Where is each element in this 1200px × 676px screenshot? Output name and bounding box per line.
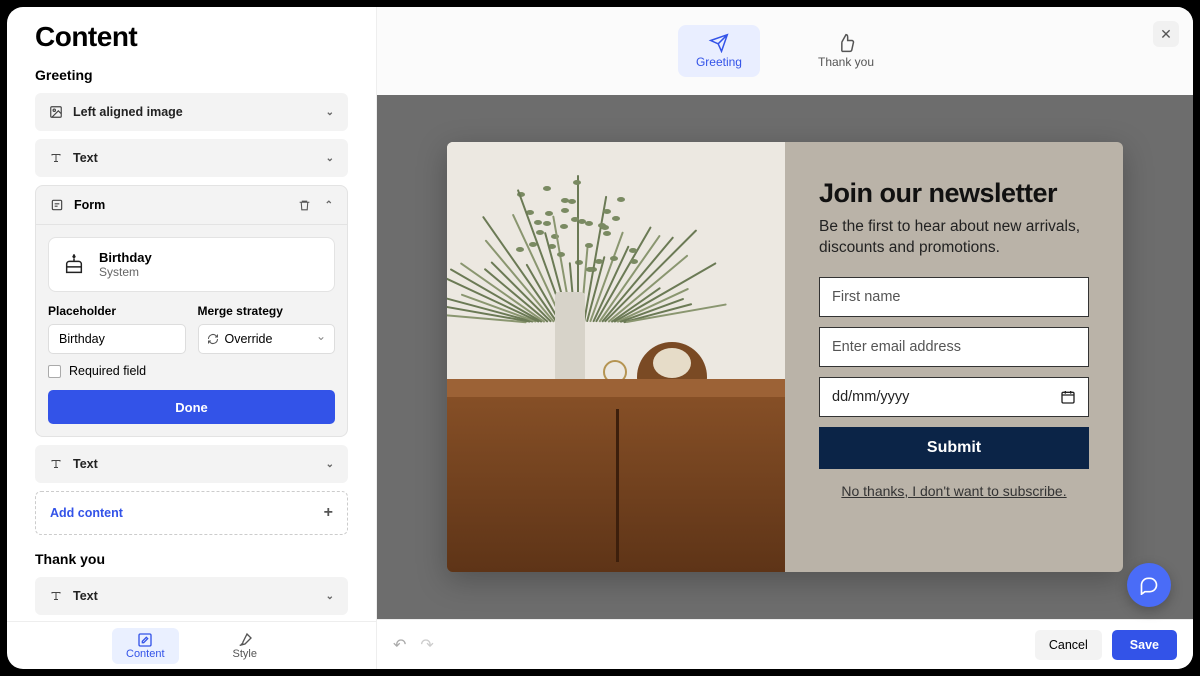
done-button[interactable]: Done [48,390,335,424]
popup-image [447,142,785,572]
sidebar-tabs: Content Style [7,621,376,669]
tab-content[interactable]: Content [112,628,179,664]
refresh-icon [207,333,219,345]
text-icon [49,151,63,165]
block-label: Text [73,457,98,471]
chevron-down-icon: ⌄ [326,591,334,602]
add-content-button[interactable]: Add content + [35,491,348,535]
popup-heading: Join our newsletter [819,178,1089,209]
required-label: Required field [69,364,146,378]
required-checkbox[interactable] [48,365,61,378]
field-card-birthday[interactable]: Birthday System [48,237,335,292]
sidebar-title: Content [35,21,348,53]
text-icon [49,457,63,471]
popup-sub: Be the first to hear about new arrivals,… [819,217,1089,259]
input-first-name[interactable]: First name [819,277,1089,317]
chevron-up-icon: ⌃ [325,200,333,211]
preview-canvas: Join our newsletter Be the first to hear… [377,95,1193,619]
merge-label: Merge strategy [198,304,336,318]
paper-plane-icon [708,33,730,53]
help-fab[interactable] [1127,563,1171,607]
input-email[interactable]: Enter email address [819,327,1089,367]
save-button[interactable]: Save [1112,630,1177,660]
footer: ↶ ↷ Cancel Save [377,619,1193,669]
pencil-square-icon [137,632,153,648]
form-block-header[interactable]: Form ⌃ [36,186,347,225]
image-icon [49,105,63,119]
thumbs-up-icon [836,33,856,53]
tab-greeting[interactable]: Greeting [678,25,760,77]
block-label: Text [73,589,98,603]
add-content-label: Add content [50,506,123,520]
tab-style[interactable]: Style [219,628,271,664]
plus-icon: + [324,504,333,522]
main: Greeting Thank you ✕ Joi [377,7,1193,669]
field-name: Birthday [99,250,152,265]
redo-button[interactable]: ↷ [420,635,433,655]
sidebar: Content Greeting Left aligned image ⌄ Te… [7,7,377,669]
block-text-1[interactable]: Text ⌄ [35,139,348,177]
topbar: Greeting Thank you ✕ [377,7,1193,95]
placeholder-label: Placeholder [48,304,186,318]
popup-preview: Join our newsletter Be the first to hear… [447,142,1123,572]
close-icon: ✕ [1160,26,1172,43]
block-left-aligned-image[interactable]: Left aligned image ⌄ [35,93,348,131]
cancel-button[interactable]: Cancel [1035,630,1102,660]
field-sub: System [99,265,152,279]
chevron-down-icon: ⌄ [326,107,334,118]
block-label: Left aligned image [73,105,183,119]
block-label: Form [74,198,105,212]
undo-button[interactable]: ↶ [393,635,406,655]
section-greeting: Greeting [35,67,348,83]
block-label: Text [73,151,98,165]
chevron-down-icon: ⌄ [326,153,334,164]
birthday-icon [61,252,87,278]
chat-icon [1139,575,1159,595]
input-date[interactable]: dd/mm/yyyy [819,377,1089,417]
block-form-expanded: Form ⌃ Birthday System Placeholder [35,185,348,437]
calendar-icon [1060,389,1076,405]
close-button[interactable]: ✕ [1153,21,1179,47]
placeholder-input[interactable] [48,324,186,354]
text-icon [49,589,63,603]
tab-thankyou[interactable]: Thank you [800,25,892,77]
block-text-3[interactable]: Text ⌄ [35,577,348,615]
section-thankyou: Thank you [35,551,348,567]
form-icon [50,198,64,212]
submit-button[interactable]: Submit [819,427,1089,469]
brush-icon [237,632,253,648]
merge-select[interactable]: Override [198,324,336,354]
chevron-down-icon: ⌄ [326,459,334,470]
merge-value: Override [225,332,273,346]
decline-link[interactable]: No thanks, I don't want to subscribe. [819,483,1089,499]
block-text-2[interactable]: Text ⌄ [35,445,348,483]
trash-icon[interactable] [298,199,311,212]
